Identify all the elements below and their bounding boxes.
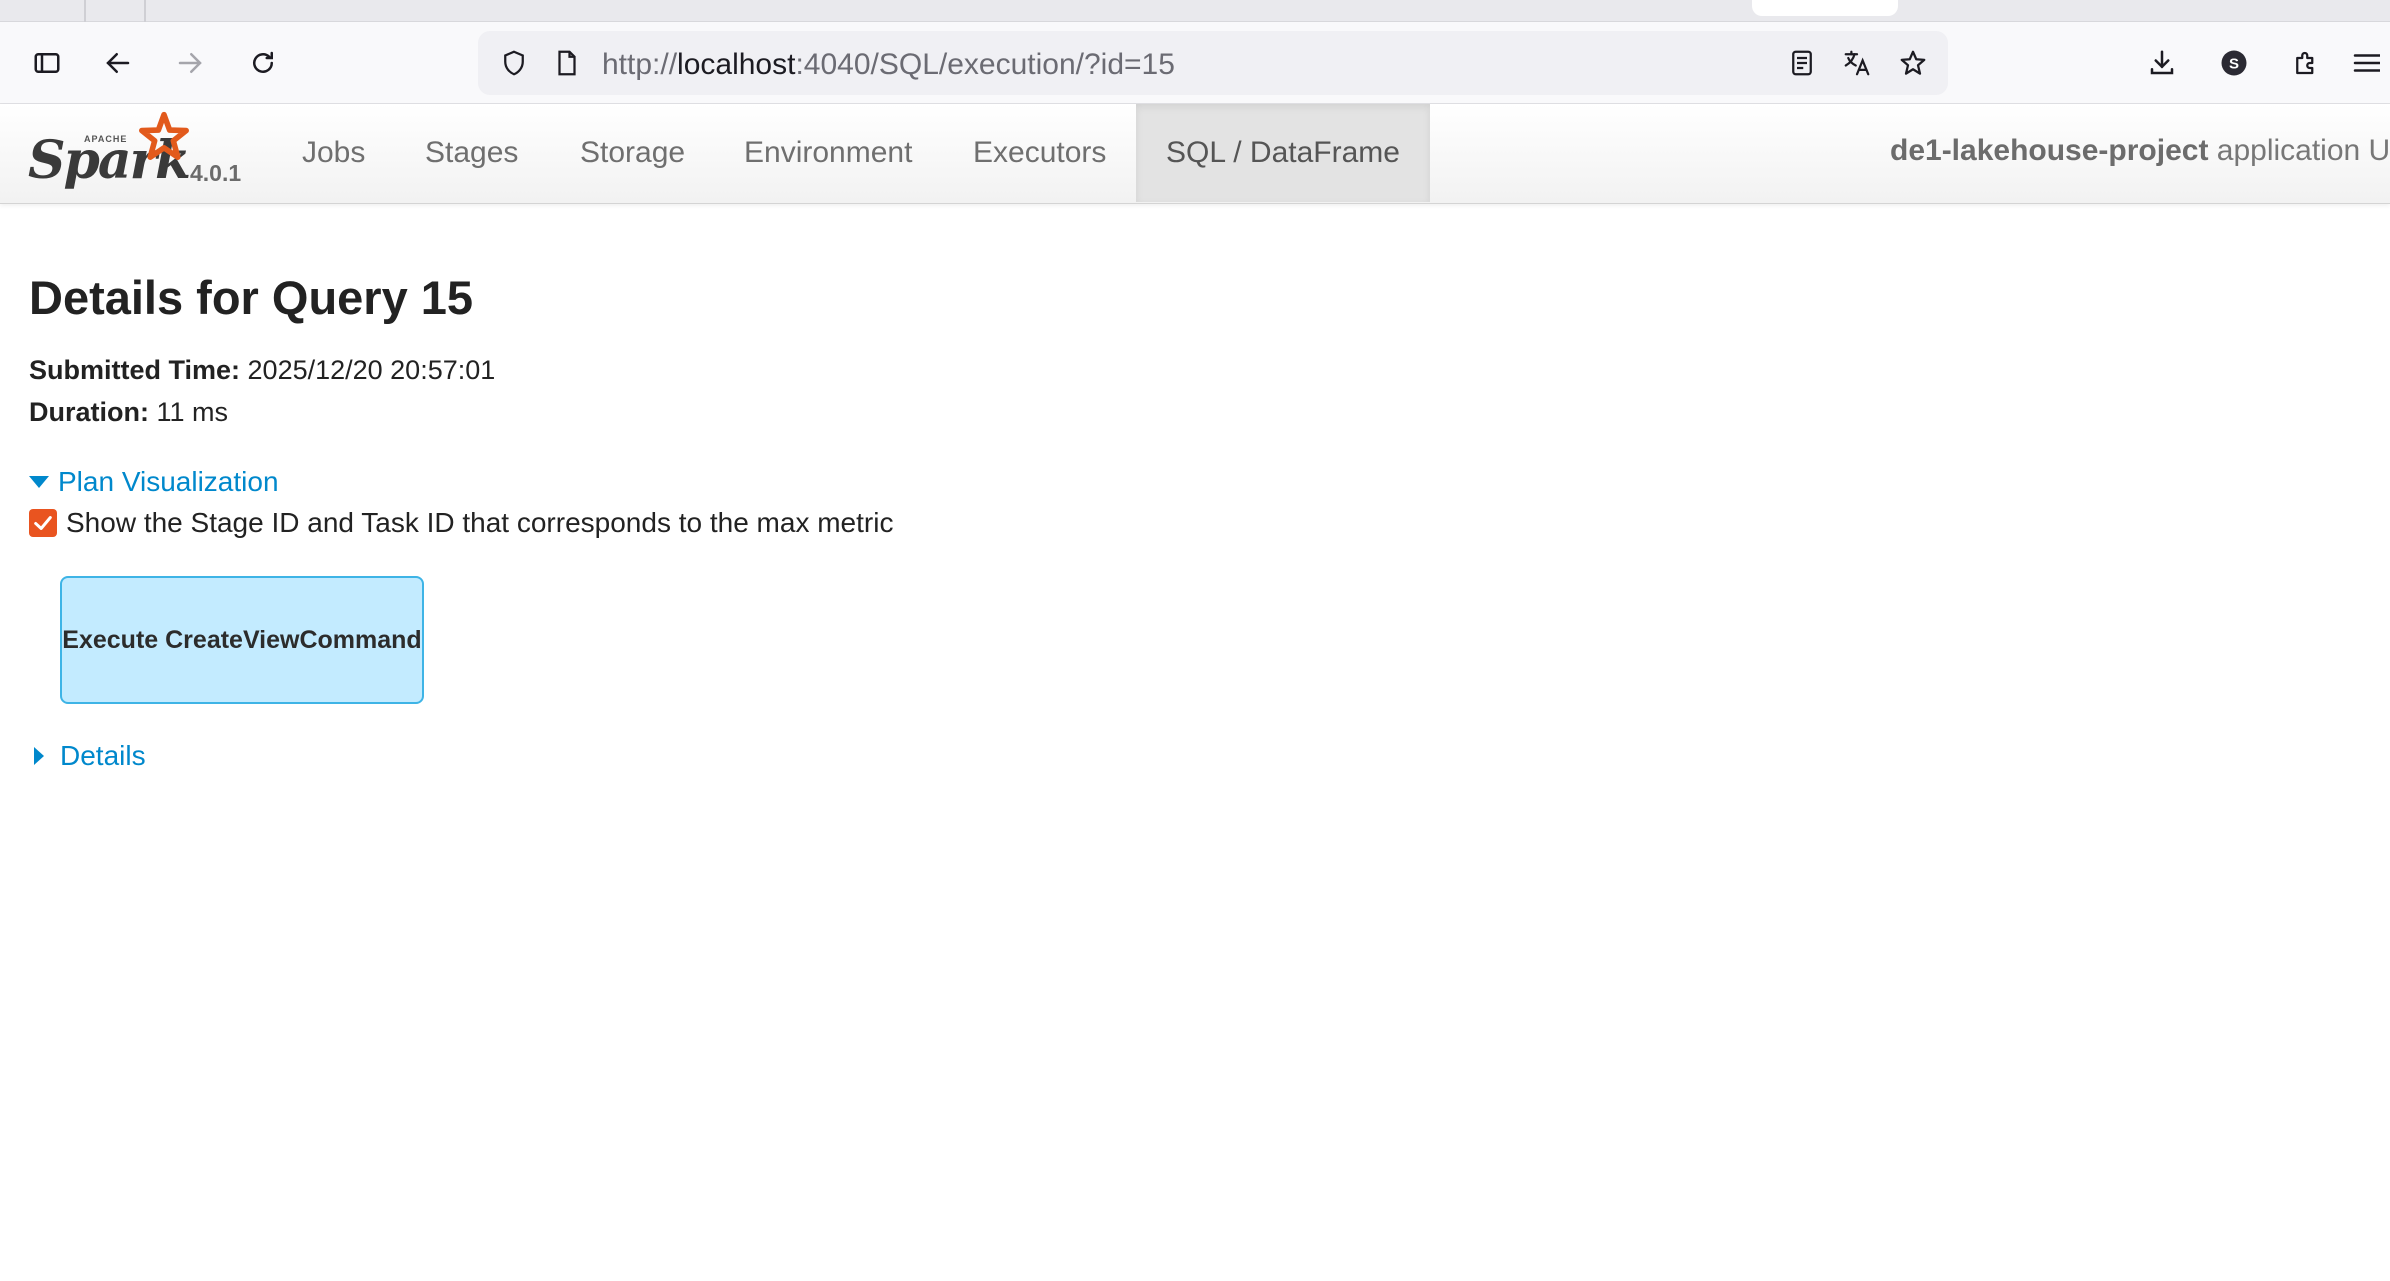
tab-stages[interactable]: Stages xyxy=(395,104,548,202)
url-text[interactable]: http://localhost:4040/SQL/execution/?id=… xyxy=(602,48,1175,82)
tab-environment[interactable]: Environment xyxy=(714,104,942,202)
tab-label: SQL / DataFrame xyxy=(1166,136,1400,169)
browser-tab[interactable] xyxy=(1752,0,1898,16)
reload-icon[interactable] xyxy=(238,38,288,88)
tab-jobs[interactable]: Jobs xyxy=(272,104,395,202)
account-avatar[interactable]: S xyxy=(2209,38,2259,88)
tab-label: Executors xyxy=(973,136,1107,169)
tab-separator xyxy=(144,0,146,22)
plan-node-execute-createviewcommand[interactable]: Execute CreateViewCommand xyxy=(60,576,424,704)
show-stage-task-option[interactable]: Show the Stage ID and Task ID that corre… xyxy=(29,507,893,539)
tab-label: Environment xyxy=(744,136,913,169)
sidebar-toggle-icon[interactable] xyxy=(22,38,72,88)
tab-separator xyxy=(84,0,86,22)
extensions-icon[interactable] xyxy=(2281,38,2331,88)
plan-visualization-label: Plan Visualization xyxy=(58,466,279,497)
tab-sql-dataframe[interactable]: SQL / DataFrame xyxy=(1136,104,1430,202)
back-arrow-icon[interactable] xyxy=(93,38,143,88)
submitted-time-value: 2025/12/20 20:57:01 xyxy=(240,355,496,385)
browser-toolbar: http://localhost:4040/SQL/execution/?id=… xyxy=(0,22,2390,104)
application-title: de1-lakehouse-project application U xyxy=(1890,134,2390,168)
tab-label: Stages xyxy=(425,136,519,169)
page-icon[interactable] xyxy=(550,46,584,80)
show-stage-task-checkbox[interactable] xyxy=(29,509,57,537)
download-icon[interactable] xyxy=(2137,38,2187,88)
details-toggle[interactable]: Details xyxy=(29,740,146,772)
caret-down-icon xyxy=(29,476,49,488)
tab-label: Jobs xyxy=(302,136,366,169)
duration: Duration: 11 ms xyxy=(29,397,228,428)
duration-label: Duration: xyxy=(29,397,149,427)
app-suffix: application U xyxy=(2208,134,2390,167)
account-initial: S xyxy=(2229,56,2239,73)
url-bar[interactable]: http://localhost:4040/SQL/execution/?id=… xyxy=(478,31,1948,95)
forward-arrow-icon[interactable] xyxy=(165,38,215,88)
bookmark-star-icon[interactable] xyxy=(1896,46,1930,80)
submitted-time-label: Submitted Time: xyxy=(29,355,241,385)
plan-visualization-toggle[interactable]: Plan Visualization xyxy=(29,466,279,498)
menu-icon[interactable] xyxy=(2350,38,2390,88)
reader-view-icon[interactable] xyxy=(1785,46,1819,80)
spark-logo[interactable]: Spark APACHE xyxy=(24,108,191,198)
submitted-time: Submitted Time: 2025/12/20 20:57:01 xyxy=(29,355,495,386)
browser-tab-strip xyxy=(0,0,2390,22)
translate-icon[interactable] xyxy=(1840,46,1874,80)
spark-version: 4.0.1 xyxy=(190,160,242,186)
app-name: de1-lakehouse-project xyxy=(1890,134,2209,167)
show-stage-task-label: Show the Stage ID and Task ID that corre… xyxy=(66,507,894,538)
spark-star-icon xyxy=(139,111,189,160)
page-title: Details for Query 15 xyxy=(29,271,474,324)
spark-header: Spark APACHE 4.0.1 Jobs Stages Storage E… xyxy=(0,104,2390,204)
checkmark-icon xyxy=(34,516,52,530)
tab-storage[interactable]: Storage xyxy=(550,104,715,202)
tab-executors[interactable]: Executors xyxy=(943,104,1136,202)
tab-label: Storage xyxy=(580,136,686,169)
shield-icon[interactable] xyxy=(497,46,531,80)
details-label: Details xyxy=(60,740,146,771)
spark-logo-apache: APACHE xyxy=(84,134,128,144)
duration-value: 11 ms xyxy=(148,397,229,427)
caret-right-icon xyxy=(34,747,44,765)
